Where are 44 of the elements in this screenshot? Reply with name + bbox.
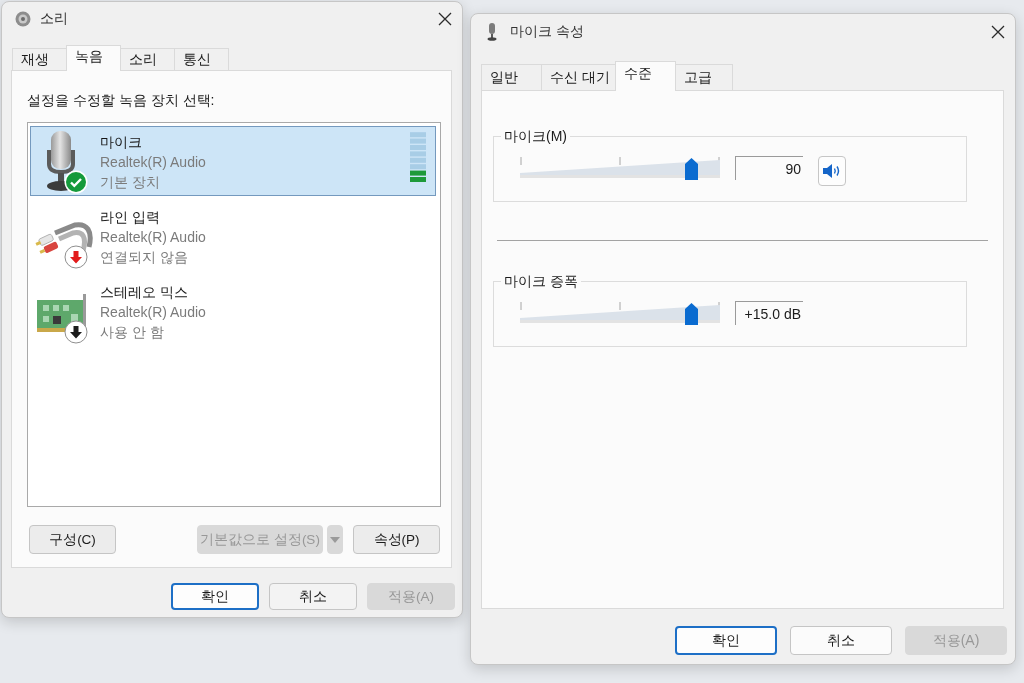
speaker-icon bbox=[15, 11, 31, 27]
tab[interactable]: 고급 bbox=[675, 64, 733, 90]
group-label: 마이크(M) bbox=[503, 127, 568, 145]
device-status: 기본 장치 bbox=[100, 173, 161, 192]
tab[interactable]: 재생 bbox=[12, 48, 67, 70]
device-item[interactable]: 라인 입력 Realtek(R) Audio 연결되지 않음 bbox=[30, 201, 436, 271]
tab[interactable]: 녹음 bbox=[66, 45, 121, 71]
device-driver: Realtek(R) Audio bbox=[100, 228, 206, 247]
value-field[interactable]: +15.0 dB bbox=[735, 301, 803, 325]
dropdown-button[interactable] bbox=[327, 525, 343, 554]
button[interactable]: 확인 bbox=[171, 583, 259, 610]
close-icon[interactable] bbox=[991, 25, 1005, 39]
value-field[interactable]: 90 bbox=[735, 156, 803, 180]
close-icon[interactable] bbox=[438, 12, 452, 26]
tab[interactable]: 통신 bbox=[174, 48, 229, 70]
group-label: 마이크 증폭 bbox=[503, 272, 579, 290]
device-item[interactable]: 스테레오 믹스 Realtek(R) Audio 사용 안 함 bbox=[30, 276, 436, 346]
slider-thumb[interactable] bbox=[684, 303, 698, 325]
window-title: 마이크 속성 bbox=[510, 23, 584, 41]
device-driver: Realtek(R) Audio bbox=[100, 303, 206, 322]
microphone-icon bbox=[487, 23, 497, 41]
slider-thumb[interactable] bbox=[684, 158, 698, 180]
button[interactable]: 구성(C) bbox=[29, 525, 116, 554]
device-name: 마이크 bbox=[100, 133, 143, 152]
button[interactable]: 속성(P) bbox=[353, 525, 440, 554]
instruction-text: 설정을 수정할 녹음 장치 선택: bbox=[27, 91, 216, 109]
button[interactable]: 취소 bbox=[269, 583, 357, 610]
device-status: 사용 안 함 bbox=[100, 323, 165, 342]
tab[interactable]: 일반 bbox=[481, 64, 542, 90]
slider-track[interactable] bbox=[520, 301, 720, 325]
button[interactable]: 취소 bbox=[790, 626, 892, 655]
device-driver: Realtek(R) Audio bbox=[100, 153, 206, 172]
device-name: 라인 입력 bbox=[100, 208, 161, 227]
cable-plug-icon bbox=[35, 221, 95, 255]
device-item[interactable]: 마이크 Realtek(R) Audio 기본 장치 bbox=[30, 126, 436, 196]
device-name: 스테레오 믹스 bbox=[100, 283, 189, 302]
tab[interactable]: 수준 bbox=[615, 61, 676, 91]
window-title: 소리 bbox=[40, 10, 68, 28]
slider-track[interactable] bbox=[520, 156, 720, 180]
speaker-icon bbox=[822, 163, 842, 179]
speaker-button[interactable] bbox=[818, 156, 846, 186]
device-status: 연결되지 않음 bbox=[100, 248, 189, 267]
button[interactable]: 확인 bbox=[675, 626, 777, 655]
caret-icon bbox=[330, 536, 340, 543]
